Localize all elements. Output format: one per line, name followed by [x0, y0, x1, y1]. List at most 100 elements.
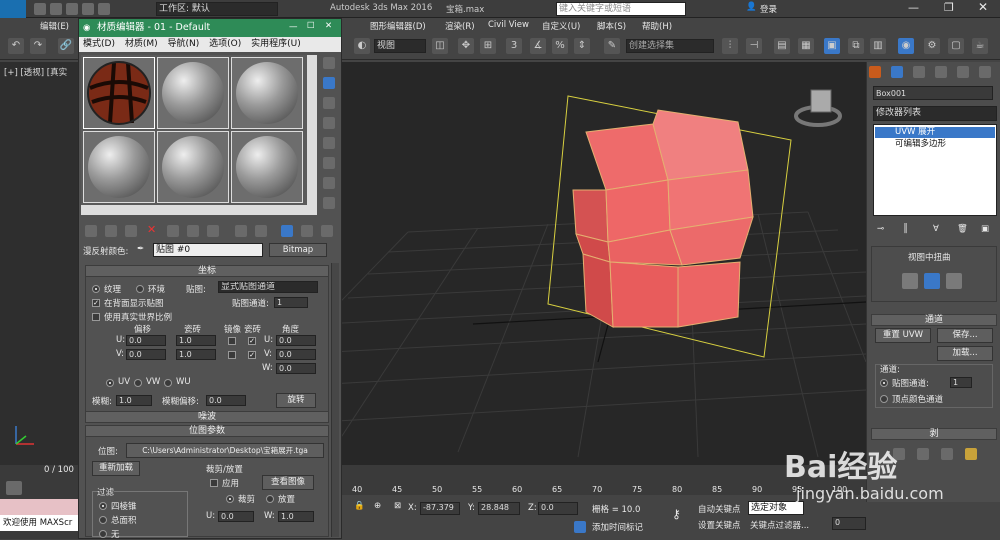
tweak-paint-icon[interactable]	[946, 273, 962, 289]
eyedropper-icon[interactable]: ✒	[137, 244, 144, 254]
v-tiling-spinner[interactable]: 1.0	[176, 349, 216, 360]
create-tab-icon[interactable]	[869, 66, 881, 78]
load-button[interactable]: 加载...	[937, 346, 993, 361]
box-object[interactable]	[572, 109, 754, 328]
channel-rollout-header[interactable]: 通道	[871, 314, 997, 326]
assign-material-icon[interactable]	[125, 225, 137, 237]
named-selection-set[interactable]: 创建选择集	[626, 39, 714, 53]
display-tab-icon[interactable]	[957, 66, 969, 78]
viewport-label[interactable]: [+] [透视] [真实	[4, 66, 67, 78]
minimize-icon[interactable]: —	[908, 1, 919, 14]
reference-coord-select[interactable]: 视图	[374, 39, 426, 53]
new-icon[interactable]	[34, 3, 46, 15]
sample-slot-2[interactable]	[157, 57, 229, 129]
tweak-tool-icon[interactable]	[902, 273, 918, 289]
material-id-icon[interactable]	[235, 225, 247, 237]
render-frame-icon[interactable]: ▢	[948, 38, 964, 54]
reload-button[interactable]: 重新加载	[92, 461, 140, 476]
map-channel-spinner[interactable]: 1	[950, 377, 972, 388]
mapping-select[interactable]: 显式贴图通道	[218, 281, 318, 293]
select-by-material-icon[interactable]	[323, 197, 335, 209]
redo-icon[interactable]: ↷	[30, 38, 46, 54]
undo-icon[interactable]: ↶	[8, 38, 24, 54]
menu-help[interactable]: 帮助(H)	[642, 20, 672, 32]
u-tile-checkbox[interactable]: ✓	[248, 337, 256, 345]
background-icon[interactable]	[323, 97, 335, 109]
sample-uv-tiling-icon[interactable]	[323, 117, 335, 129]
spinner-snap-icon[interactable]: ⇕	[574, 38, 590, 54]
make-unique-icon[interactable]: ∀	[933, 224, 939, 234]
utilities-tab-icon[interactable]	[979, 66, 991, 78]
time-tag-icon[interactable]	[574, 521, 586, 533]
restore-icon[interactable]: ❐	[944, 1, 954, 14]
rotate-button[interactable]: 旋转	[276, 393, 316, 408]
menu-customize[interactable]: 自定义(U)	[542, 20, 580, 32]
pyramidal-radio[interactable]	[99, 502, 107, 510]
sample-slot-6[interactable]	[231, 131, 303, 203]
bitmap-params-rollout-header[interactable]: 位图参数	[85, 425, 329, 437]
modify-tab-icon[interactable]	[891, 66, 903, 78]
pivot-icon[interactable]: ◫	[432, 38, 448, 54]
sample-slot-1[interactable]	[83, 57, 155, 129]
get-material-icon[interactable]	[85, 225, 97, 237]
v-offset-spinner[interactable]: 0.0	[126, 349, 166, 360]
w-angle-spinner[interactable]: 0.0	[276, 363, 316, 374]
undo-icon[interactable]	[82, 3, 94, 15]
v-tile-checkbox[interactable]: ✓	[248, 351, 256, 359]
modifier-list-select[interactable]: 修改器列表	[873, 106, 997, 121]
mat-menu-mode[interactable]: 模式(D)	[83, 39, 115, 49]
v-angle-spinner[interactable]: 0.0	[276, 349, 316, 360]
mat-close-icon[interactable]: ✕	[325, 21, 332, 31]
environ-radio[interactable]	[136, 285, 144, 293]
graph-icon[interactable]: ▥	[870, 38, 886, 54]
auto-key-label[interactable]: 自动关键点	[698, 503, 741, 515]
set-key-label[interactable]: 设置关键点	[698, 519, 741, 531]
login-link[interactable]: 登录	[760, 3, 777, 15]
object-name-field[interactable]: Box001	[873, 86, 993, 100]
slot-scrollbar-vertical[interactable]	[307, 55, 317, 215]
stack-item-uvw-unwrap[interactable]: UVW 展开	[875, 127, 995, 138]
mirror-icon[interactable]: ⫶	[722, 38, 738, 54]
link-icon[interactable]: 🔗	[58, 38, 74, 54]
save-icon[interactable]	[66, 3, 78, 15]
vertex-color-radio[interactable]	[880, 395, 888, 403]
menu-rendering[interactable]: 渲染(R)	[445, 20, 475, 32]
schematic-view-icon[interactable]: ⧉	[848, 38, 864, 54]
crop-radio[interactable]	[226, 495, 234, 503]
menu-graph-editors[interactable]: 图形编辑器(D)	[370, 20, 426, 32]
sample-slot-5[interactable]	[157, 131, 229, 203]
snap-toggle-icon[interactable]: 3	[506, 38, 522, 54]
percent-snap-icon[interactable]: %	[552, 38, 568, 54]
keyboard-shortcut-icon[interactable]: ⊞	[480, 38, 496, 54]
backlight-icon[interactable]	[323, 77, 335, 89]
add-time-tag-label[interactable]: 添加时间标记	[592, 521, 643, 533]
v-mirror-checkbox[interactable]	[228, 351, 236, 359]
angle-snap-icon[interactable]: ∡	[530, 38, 546, 54]
go-sibling-icon[interactable]	[321, 225, 333, 237]
hierarchy-tab-icon[interactable]	[913, 66, 925, 78]
mat-menu-utilities[interactable]: 实用程序(U)	[251, 39, 301, 49]
slots-scrollbar[interactable]	[81, 205, 307, 215]
sample-type-icon[interactable]	[323, 57, 335, 69]
maxscript-listener[interactable]	[0, 499, 78, 515]
view-image-button[interactable]: 查看图像	[262, 475, 314, 490]
current-frame-field[interactable]: 0	[832, 517, 866, 530]
material-editor-icon[interactable]: ◉	[898, 38, 914, 54]
stack-item-editable-poly[interactable]: 可编辑多边形	[875, 139, 995, 150]
tweak-active-icon[interactable]	[924, 273, 940, 289]
make-preview-icon[interactable]	[323, 157, 335, 169]
menu-edit[interactable]: 编辑(E)	[40, 20, 69, 32]
configure-sets-icon[interactable]: ▣	[981, 224, 989, 234]
scene-explorer-icon[interactable]: ▦	[798, 38, 814, 54]
texture-radio[interactable]	[92, 285, 100, 293]
sample-slot-4[interactable]	[83, 131, 155, 203]
view-cube[interactable]	[794, 89, 842, 127]
lock-selection-icon[interactable]: 🔒	[354, 501, 365, 511]
map-channel-spinner[interactable]: 1	[274, 297, 308, 308]
put-to-library-icon[interactable]	[207, 225, 219, 237]
put-to-scene-icon[interactable]	[105, 225, 117, 237]
uv-radio[interactable]	[106, 379, 114, 387]
bitmap-path-button[interactable]: C:\Users\Administrator\Desktop\宝箱展开.tga	[126, 443, 324, 458]
motion-tab-icon[interactable]	[935, 66, 947, 78]
absolute-mode-icon[interactable]: ⊕	[374, 501, 381, 511]
